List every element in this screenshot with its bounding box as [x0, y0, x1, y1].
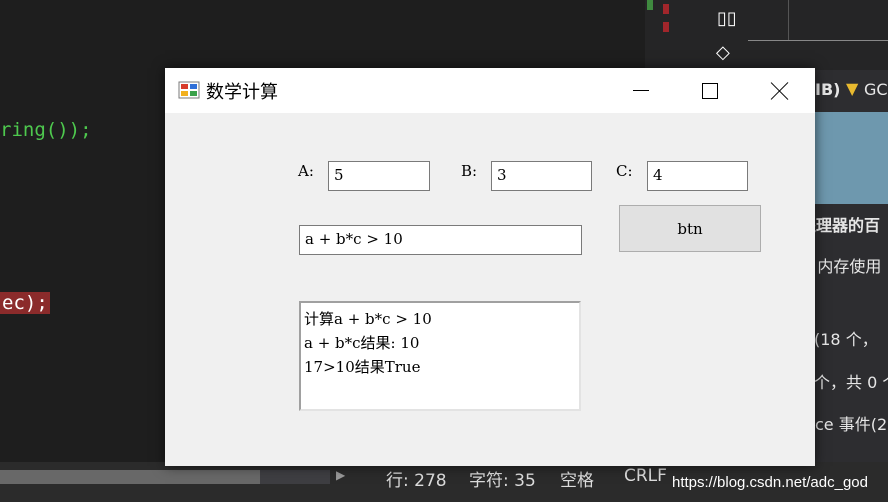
events-text: ce 事件(2	[815, 415, 888, 434]
scroll-right-icon[interactable]: ▶	[336, 468, 345, 482]
input-a[interactable]: 5	[328, 161, 430, 191]
status-line[interactable]: 行: 278	[386, 466, 447, 491]
status-spaces[interactable]: 空格	[560, 466, 594, 491]
events-text: (18 个，	[814, 330, 878, 349]
timeline-axis	[748, 40, 888, 41]
calc-window: 数学计算 A: 5 B: 3 C: 4 a + b*c > 10 btn 计算a…	[165, 68, 815, 466]
output-textbox[interactable]: 计算a + b*c > 10 a + b*c结果: 10 17>10结果True	[299, 301, 581, 411]
maximize-icon	[702, 82, 718, 99]
label-b: B:	[461, 162, 478, 180]
pause-icon[interactable]: ▯▯	[717, 8, 737, 29]
gc-marker-icon: ▼	[846, 79, 859, 98]
output-line: 17>10结果True	[304, 358, 421, 376]
maximize-button[interactable]	[679, 68, 741, 113]
code-line-highlighted: ec);	[0, 292, 50, 314]
minimize-icon	[633, 90, 649, 91]
app-icon	[178, 81, 200, 99]
input-b[interactable]: 3	[491, 161, 592, 191]
diamond-icon[interactable]: ◇	[716, 42, 730, 63]
scrollbar-thumb[interactable]	[0, 470, 260, 484]
title-bar[interactable]: 数学计算	[165, 68, 815, 113]
code-line: ring());	[0, 119, 92, 141]
memory-tab[interactable]: ▏内存使用	[805, 253, 881, 277]
close-button[interactable]	[749, 68, 811, 113]
label-a: A:	[298, 162, 314, 180]
gc-label: GC	[864, 80, 888, 99]
breakpoint-marker	[663, 4, 669, 14]
input-c[interactable]: 4	[647, 161, 748, 191]
close-icon	[771, 82, 789, 100]
calculate-button[interactable]: btn	[619, 205, 761, 252]
timeline-divider	[788, 0, 789, 40]
watermark: https://blog.csdn.net/adc_god	[672, 474, 868, 491]
status-eol[interactable]: CRLF	[624, 466, 667, 486]
events-text: 个，共 0 个	[814, 373, 888, 392]
output-line: a + b*c结果: 10	[304, 334, 420, 352]
window-title: 数学计算	[206, 82, 278, 103]
minimize-button[interactable]	[610, 68, 672, 113]
output-line: 计算a + b*c > 10	[304, 310, 432, 328]
memory-tab-label: 内存使用	[817, 257, 882, 276]
memory-header: IB)	[815, 80, 841, 99]
breakpoint-marker	[663, 22, 669, 32]
label-c: C:	[616, 162, 633, 180]
memory-graph	[815, 112, 888, 204]
status-char[interactable]: 字符: 35	[469, 466, 536, 491]
expression-input[interactable]: a + b*c > 10	[299, 225, 582, 255]
change-marker	[647, 0, 653, 10]
